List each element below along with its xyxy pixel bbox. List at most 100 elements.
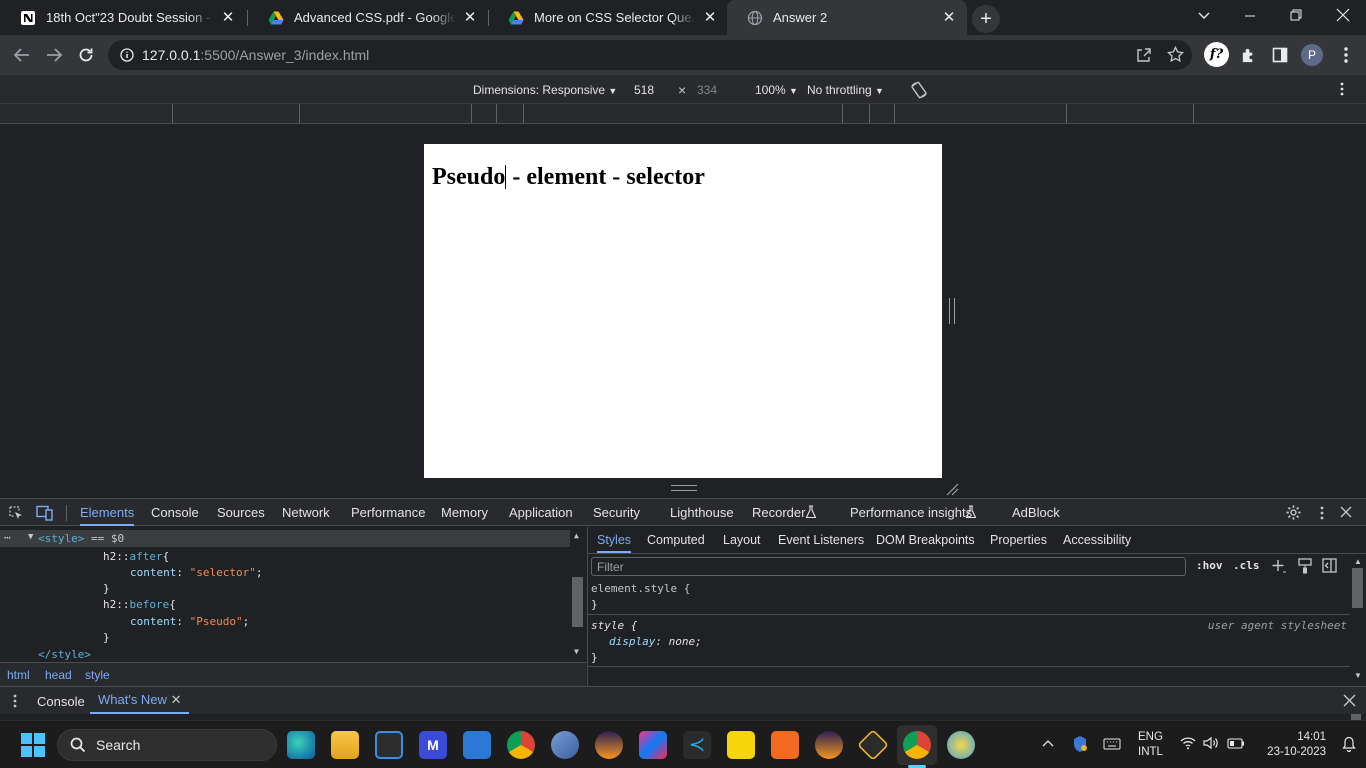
tab-search-chevron-icon[interactable] — [1197, 8, 1211, 22]
rotate-icon[interactable] — [909, 80, 929, 100]
browser-tab-2[interactable]: Advanced CSS.pdf - Google Drive ✕ — [248, 0, 488, 35]
microsoft-store-icon[interactable] — [375, 731, 403, 759]
browser-tab-1[interactable]: 18th Oct"23 Doubt Session - Full ✕ — [0, 0, 246, 35]
eclipse-icon[interactable] — [595, 731, 623, 759]
eclipse-alt-icon[interactable] — [815, 731, 843, 759]
breadcrumb-html[interactable]: html — [7, 668, 30, 682]
dimensions-dropdown[interactable]: Dimensions: Responsive ▼ — [473, 83, 617, 97]
collapse-triangle-icon[interactable]: ▼ — [28, 532, 33, 542]
bottom-resize-handle[interactable] — [671, 485, 697, 491]
file-explorer-icon[interactable] — [331, 731, 359, 759]
browser-tab-4-active[interactable]: Answer 2 ✕ — [727, 0, 967, 35]
new-style-rule-plus-icon[interactable] — [1271, 558, 1287, 574]
breadcrumb-head[interactable]: head — [45, 668, 72, 682]
close-tab-icon[interactable]: ✕ — [702, 9, 718, 26]
devtools-tab-security[interactable]: Security — [593, 499, 640, 526]
notification-bell-icon[interactable] — [1342, 736, 1356, 752]
git-tool-icon[interactable] — [857, 729, 889, 761]
security-shield-icon[interactable] — [1072, 735, 1088, 753]
node-ellipsis-icon[interactable]: ⋯ — [4, 531, 11, 544]
styles-scrollbar[interactable]: ▲ ▼ — [1350, 554, 1366, 686]
devtools-tab-memory[interactable]: Memory — [441, 499, 488, 526]
scrollbar-thumb[interactable] — [1352, 568, 1363, 608]
bookmark-star-icon[interactable] — [1167, 46, 1184, 63]
drawer-tab-whats-new[interactable]: What's New ✕ — [90, 687, 190, 714]
close-devtools-icon[interactable] — [1340, 506, 1352, 518]
drawer-tab-console[interactable]: Console — [37, 694, 85, 709]
styles-tab-properties[interactable]: Properties — [990, 527, 1047, 553]
system-clock[interactable]: 14:01 23-10-2023 — [1258, 730, 1326, 760]
close-tab-icon[interactable]: ✕ — [220, 9, 236, 26]
dom-tree-scrollbar[interactable]: ▲ ▼ — [570, 527, 586, 662]
throttling-dropdown[interactable]: No throttling ▼ — [807, 83, 884, 97]
settings-gear-icon[interactable] — [1285, 504, 1302, 521]
new-tab-plus-icon[interactable]: + — [972, 5, 1000, 33]
address-bar[interactable]: 127.0.0.1:5500/Answer_3/index.html — [108, 40, 1192, 70]
style-node-line[interactable]: <style> == $0 — [38, 532, 124, 545]
devtools-tab-sources[interactable]: Sources — [217, 499, 265, 526]
restore-icon[interactable] — [1290, 9, 1302, 21]
site-info-icon[interactable] — [120, 48, 134, 62]
chrome-menu-icon[interactable] — [1334, 43, 1358, 67]
browser-tab-3[interactable]: More on CSS Selector Que.pdf - Google Dr… — [488, 0, 728, 35]
styles-tab-styles[interactable]: Styles — [597, 527, 632, 553]
back-arrow-icon[interactable] — [10, 43, 34, 67]
styles-tab-dom-breakpoints[interactable]: DOM Breakpoints — [876, 527, 975, 553]
extensions-puzzle-icon[interactable] — [1236, 43, 1260, 67]
fonts-extension-icon[interactable]: f? — [1204, 42, 1229, 67]
height-input[interactable]: 334 — [697, 83, 717, 97]
devtools-tab-recorder[interactable]: Recorder — [752, 499, 805, 526]
scrollbar-thumb[interactable] — [572, 577, 583, 627]
devtools-tab-elements[interactable]: Elements — [80, 499, 135, 526]
styles-tab-accessibility[interactable]: Accessibility — [1063, 527, 1131, 553]
zoom-dropdown[interactable]: 100% ▼ — [755, 83, 798, 97]
chrome-icon[interactable] — [507, 731, 535, 759]
paint-brush-icon[interactable] — [1298, 558, 1312, 574]
show-hidden-icons-chevron[interactable] — [1042, 738, 1054, 750]
styles-tab-event-listeners[interactable]: Event Listeners — [778, 527, 864, 553]
volume-icon[interactable] — [1203, 736, 1219, 750]
chrome-active-icon[interactable] — [903, 731, 931, 759]
vscode-icon[interactable]: ≺ — [683, 731, 711, 759]
devtools-tab-application[interactable]: Application — [509, 499, 573, 526]
right-resize-handle[interactable] — [949, 298, 955, 324]
side-panel-icon[interactable] — [1268, 43, 1292, 67]
profile-avatar[interactable]: P — [1301, 44, 1323, 66]
sticky-notes-icon[interactable] — [727, 731, 755, 759]
scroll-up-arrow-icon[interactable]: ▲ — [574, 531, 579, 540]
xampp-icon[interactable] — [771, 731, 799, 759]
breadcrumb-style[interactable]: style — [85, 668, 110, 682]
paint-icon[interactable] — [947, 731, 975, 759]
minimize-icon[interactable] — [1244, 10, 1256, 22]
input-language[interactable]: ENG INTL — [1138, 730, 1163, 760]
device-toolbar-menu-icon[interactable] — [1340, 82, 1344, 96]
forward-arrow-icon[interactable] — [42, 43, 66, 67]
close-drawer-tab-icon[interactable]: ✕ — [171, 692, 182, 707]
matlab-style-icon[interactable]: M — [419, 731, 447, 759]
devtools-tab-performance-insights[interactable]: Performance insights — [850, 499, 972, 526]
devtools-tab-performance[interactable]: Performance — [351, 499, 425, 526]
edge-icon[interactable] — [287, 731, 315, 759]
wifi-icon[interactable] — [1180, 736, 1196, 750]
windows-start-icon[interactable] — [21, 733, 45, 757]
taskbar-search-box[interactable]: Search — [57, 729, 277, 761]
styles-tab-layout[interactable]: Layout — [723, 527, 761, 553]
close-tab-icon[interactable]: ✕ — [462, 9, 478, 26]
style-close-tag[interactable]: </style> — [38, 648, 91, 661]
mysql-dolphin-icon[interactable] — [551, 731, 579, 759]
element-style-rule[interactable]: element.style { } — [588, 581, 1350, 615]
scroll-down-arrow-icon[interactable]: ▼ — [574, 647, 579, 656]
devtools-tab-lighthouse[interactable]: Lighthouse — [670, 499, 734, 526]
cls-toggle[interactable]: .cls — [1233, 559, 1260, 572]
elements-dom-tree[interactable]: ⋯ ▼ <style> == $0 h2::after{ content: "s… — [0, 527, 586, 662]
intellij-icon[interactable] — [639, 731, 667, 759]
devtools-tab-network[interactable]: Network — [282, 499, 330, 526]
hov-toggle[interactable]: :hov — [1196, 559, 1223, 572]
share-icon[interactable] — [1136, 47, 1152, 63]
devtools-tab-console[interactable]: Console — [151, 499, 199, 526]
notepad-icon[interactable] — [463, 731, 491, 759]
styles-tab-computed[interactable]: Computed — [647, 527, 705, 553]
close-tab-icon[interactable]: ✕ — [941, 9, 957, 26]
toggle-sidebar-icon[interactable] — [1322, 558, 1337, 573]
devtools-tab-adblock[interactable]: AdBlock — [1012, 499, 1060, 526]
